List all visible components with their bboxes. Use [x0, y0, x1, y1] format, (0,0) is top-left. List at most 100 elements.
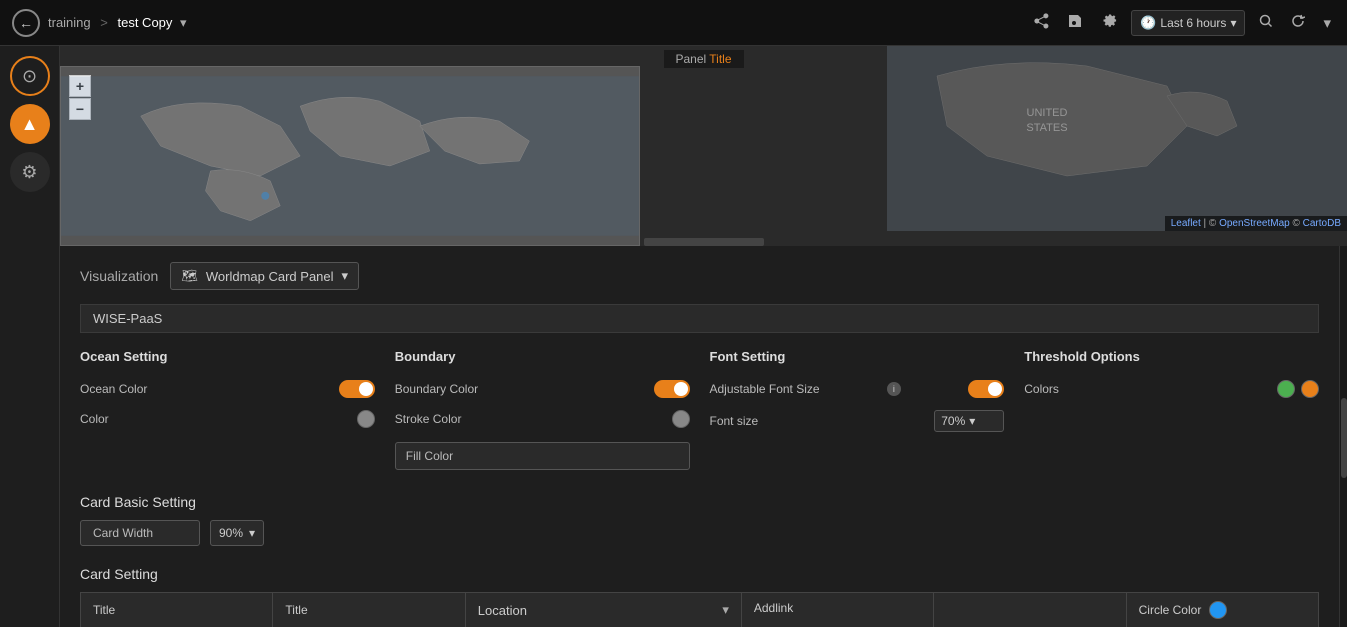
stroke-color-label: Stroke Color: [395, 412, 462, 426]
map-right-visualization: UNITED STATES: [887, 46, 1347, 231]
boundary-color-row: Boundary Color: [395, 380, 690, 398]
save-button[interactable]: [1063, 9, 1087, 37]
svg-text:UNITED: UNITED: [1027, 107, 1068, 119]
viz-dropdown[interactable]: 🗺 Worldmap Card Panel ▾: [170, 262, 359, 290]
ocean-color-label: Ocean Color: [80, 382, 147, 396]
viz-selected: Worldmap Card Panel: [206, 269, 334, 284]
right-scrollbar[interactable]: [1339, 246, 1347, 627]
boundary-color-label: Boundary Color: [395, 382, 478, 396]
back-button[interactable]: ←: [12, 9, 40, 37]
fill-color-label: Fill Color: [406, 449, 453, 463]
ocean-color-toggle[interactable]: [339, 380, 375, 398]
font-size-label: Font size: [710, 414, 759, 428]
card-col-title-input[interactable]: [273, 593, 465, 627]
location-dropdown-icon: ▾: [722, 602, 729, 618]
font-setting-title: Font Setting: [710, 349, 1005, 364]
card-table: Title Location ▾ Addlink: [80, 592, 1319, 627]
threshold-color-green[interactable]: [1277, 380, 1295, 398]
nav-dropdown-button[interactable]: ▾: [1319, 10, 1335, 36]
back-icon: ←: [19, 15, 33, 31]
card-title-input[interactable]: [285, 603, 452, 617]
font-size-row: Font size 70% ▾: [710, 410, 1005, 432]
ocean-setting-group: Ocean Setting Ocean Color Color: [80, 349, 375, 470]
ocean-color-row: Ocean Color: [80, 380, 375, 398]
time-selector[interactable]: 🕐 Last 6 hours ▾: [1131, 10, 1245, 36]
chart-icon: ▲: [21, 114, 39, 135]
stroke-color-swatch[interactable]: [672, 410, 690, 428]
card-basic-title: Card Basic Setting: [80, 494, 1319, 510]
card-location-label: Location: [478, 603, 527, 618]
ocean-setting-title: Ocean Setting: [80, 349, 375, 364]
card-setting-section: Card Setting Title Location ▾: [80, 566, 1319, 627]
top-navigation: ← training > test Copy ▾ 🕐 Last 6 hours …: [0, 0, 1347, 46]
map-visualization: [61, 67, 639, 245]
boundary-title: Boundary: [395, 349, 690, 364]
viz-map-icon: 🗺: [181, 268, 198, 284]
card-width-dropdown-icon: ▾: [249, 526, 255, 540]
card-col-addlink: Addlink: [742, 593, 934, 627]
boundary-group: Boundary Boundary Color Stroke Color: [395, 349, 690, 470]
svg-text:STATES: STATES: [1026, 122, 1067, 134]
adjustable-font-row: Adjustable Font Size i: [710, 380, 1005, 398]
breadcrumb-dropdown-icon[interactable]: ▾: [180, 15, 187, 30]
ocean-color-swatch-label: Color: [80, 412, 109, 426]
content-area: Panel Title + −: [60, 46, 1347, 627]
refresh-button[interactable]: [1287, 10, 1309, 36]
search-button[interactable]: [1255, 10, 1277, 36]
breadcrumb-base: training: [48, 15, 91, 30]
threshold-color-orange[interactable]: [1301, 380, 1319, 398]
time-selector-dropdown-icon: ▾: [1230, 16, 1236, 30]
font-size-dropdown-icon: ▾: [969, 414, 975, 428]
font-size-value: 70%: [941, 414, 965, 428]
card-width-row: Card Width 90% ▾: [80, 520, 1319, 546]
card-col-circle-color: Circle Color: [1127, 593, 1318, 627]
panel-title-prefix: Panel: [675, 52, 709, 66]
settings-panel: Visualization 🗺 Worldmap Card Panel ▾ WI…: [60, 246, 1339, 627]
card-title-col-label: Title: [93, 603, 115, 617]
nav-right: 🕐 Last 6 hours ▾ ▾: [1029, 9, 1335, 37]
info-icon[interactable]: i: [887, 382, 901, 396]
scrollbar-thumb: [1341, 398, 1347, 478]
card-col-location[interactable]: Location ▾: [466, 593, 742, 627]
breadcrumb-current: test Copy: [117, 15, 172, 30]
sidebar-item-layers[interactable]: ⊙: [10, 56, 50, 96]
time-selector-label: Last 6 hours: [1160, 16, 1226, 30]
adjustable-font-label: Adjustable Font Size: [710, 382, 820, 396]
card-addlink-input[interactable]: [946, 603, 1113, 617]
font-size-select[interactable]: 70% ▾: [934, 410, 1004, 432]
clock-icon: 🕐: [1140, 15, 1156, 31]
card-col-addlink-empty[interactable]: [934, 593, 1126, 627]
settings-grid: Ocean Setting Ocean Color Color: [80, 349, 1319, 470]
circle-color-swatch[interactable]: [1209, 601, 1227, 619]
threshold-title: Threshold Options: [1024, 349, 1319, 364]
boundary-color-toggle[interactable]: [654, 380, 690, 398]
ocean-color-swatch[interactable]: [357, 410, 375, 428]
adjustable-font-toggle[interactable]: [968, 380, 1004, 398]
font-setting-group: Font Setting Adjustable Font Size i: [710, 349, 1005, 470]
map-right: UNITED STATES Leaflet | © OpenStreetMap …: [887, 46, 1347, 231]
card-basic-section: Card Basic Setting Card Width 90% ▾: [80, 494, 1319, 546]
panel-title-bar: Panel Title: [663, 50, 743, 68]
settings-button[interactable]: [1097, 9, 1121, 37]
card-addlink-label: Addlink: [754, 601, 793, 615]
ocean-color-swatch-row: Color: [80, 410, 375, 428]
viz-dropdown-arrow: ▾: [342, 268, 349, 284]
colors-row: Colors: [1024, 380, 1319, 398]
fill-color-row: Fill Color: [395, 442, 690, 470]
gear-icon: ⚙: [21, 162, 37, 183]
layers-icon: ⊙: [22, 66, 37, 87]
viz-label: Visualization: [80, 268, 158, 284]
panel-title-highlight: Title: [709, 52, 731, 66]
threshold-group: Threshold Options Colors: [1024, 349, 1319, 470]
sidebar-item-chart[interactable]: ▲: [10, 104, 50, 144]
threshold-colors: [1277, 380, 1319, 398]
map-preview: Panel Title + −: [60, 46, 1347, 246]
circle-color-label: Circle Color: [1139, 603, 1202, 617]
map-drag-handle[interactable]: [644, 238, 764, 246]
breadcrumb: training > test Copy ▾: [48, 15, 187, 31]
map-attribution: Leaflet | © OpenStreetMap © CartoDB: [1165, 216, 1347, 231]
sidebar-item-gear[interactable]: ⚙: [10, 152, 50, 192]
card-width-label: Card Width: [80, 520, 200, 546]
share-button[interactable]: [1029, 9, 1053, 37]
card-width-select[interactable]: 90% ▾: [210, 520, 264, 546]
